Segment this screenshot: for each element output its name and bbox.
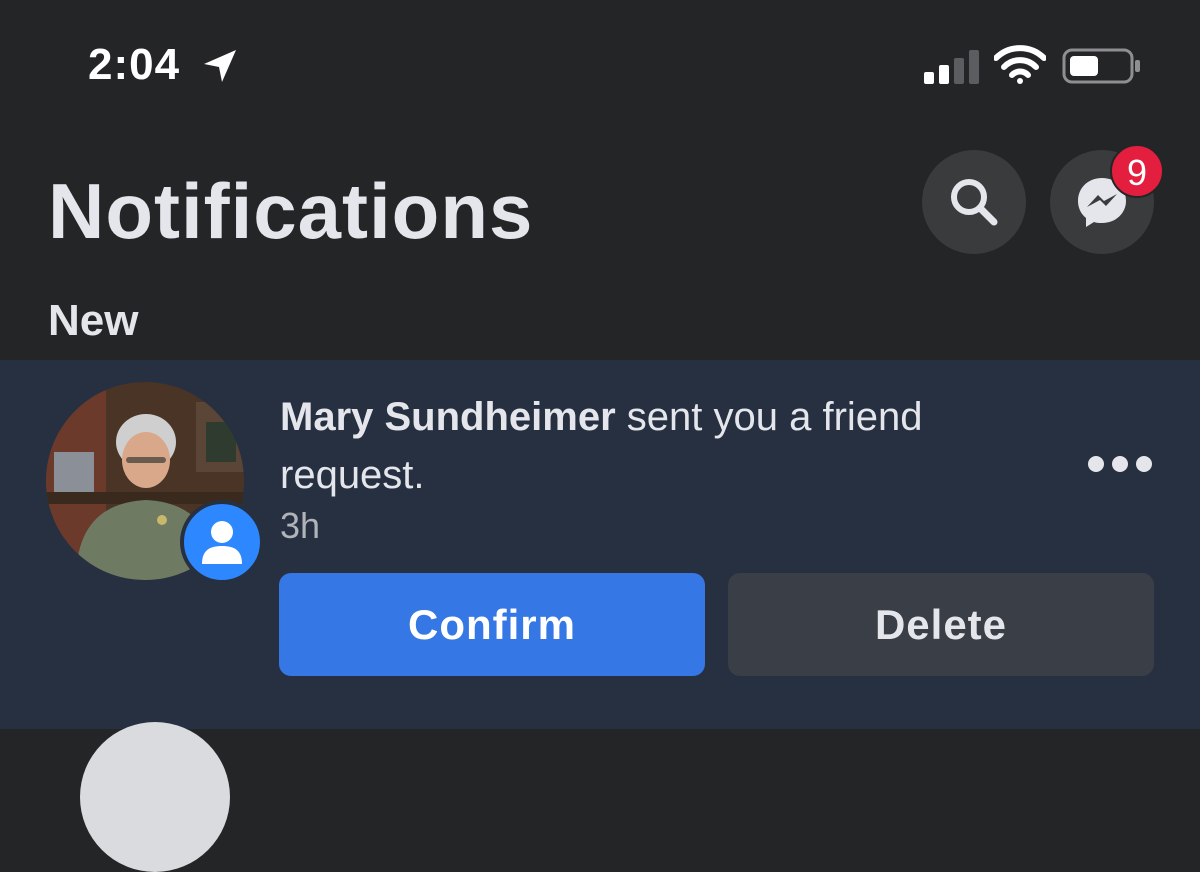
search-icon	[951, 179, 998, 226]
person-icon	[202, 521, 242, 564]
cellular-signal-icon	[924, 50, 979, 84]
next-notification-avatar[interactable]	[80, 722, 230, 872]
notification-text: Mary Sundheimer sent you a friend reques…	[280, 388, 1040, 504]
notification-timestamp: 3h	[280, 505, 321, 546]
status-bar: 2:04	[0, 0, 1200, 130]
wifi-icon	[994, 45, 1046, 84]
location-arrow-icon	[204, 50, 236, 82]
notification-item[interactable]: Mary Sundheimer sent you a friend reques…	[0, 360, 1200, 872]
confirm-button[interactable]: Confirm	[279, 573, 705, 676]
battery-icon	[1062, 48, 1140, 84]
friend-request-badge	[180, 500, 264, 584]
page-title: Notifications	[48, 167, 534, 255]
search-button[interactable]	[922, 150, 1026, 254]
notification-sender-name[interactable]: Mary Sundheimer	[280, 395, 616, 439]
notifications-header: Notifications 9 New	[0, 130, 1200, 360]
delete-button[interactable]: Delete	[728, 573, 1154, 676]
section-label-new: New	[48, 296, 139, 345]
more-options-button[interactable]	[1082, 450, 1156, 480]
messenger-unread-badge: 9	[1110, 144, 1164, 198]
status-time: 2:04	[88, 40, 181, 89]
